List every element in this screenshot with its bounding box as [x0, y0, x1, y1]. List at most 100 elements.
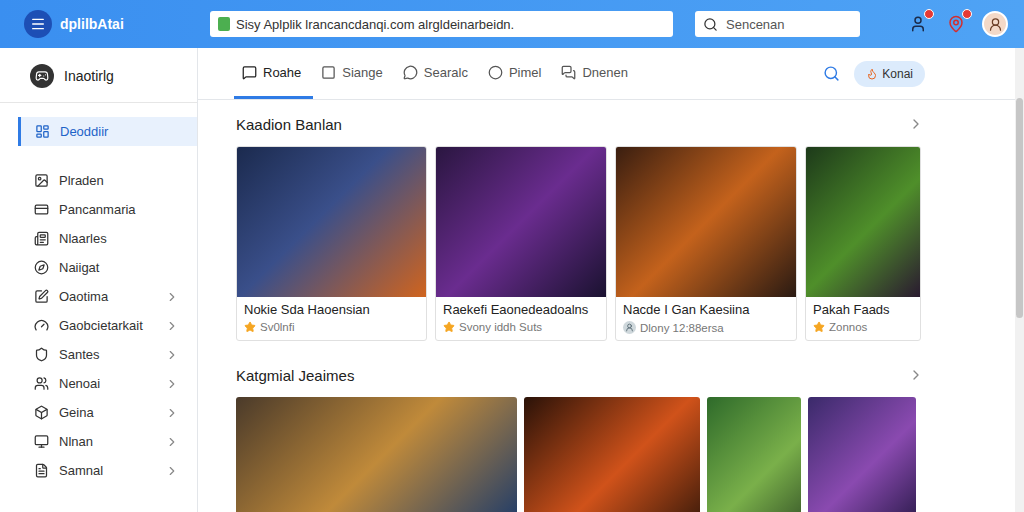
- tab-icon: [321, 65, 336, 80]
- sidebar-item[interactable]: Plraden: [0, 166, 197, 195]
- tab[interactable]: Searalc: [395, 48, 480, 99]
- card-meta-text: Svony iddh Suts: [459, 321, 542, 333]
- menu-button[interactable]: [24, 10, 52, 38]
- tab-icon: [488, 65, 503, 80]
- sidebar-item-label: Gaobcietarkait: [59, 318, 155, 333]
- app-window: dplilbAtai Sisy Aplplik lrancancdanqi.com…: [0, 0, 1024, 512]
- card-title: Nokie Sda Haoensian: [244, 302, 419, 317]
- tab-bar: RoaheSiangeSearalc Pimel Dnenen Konai: [198, 48, 1015, 100]
- sidebar-item-icon: [34, 434, 49, 449]
- game-art: [436, 147, 606, 297]
- sidebar-item-label: Nlnan: [59, 434, 155, 449]
- sidebar-item[interactable]: Nlaarles: [0, 224, 197, 253]
- sidebar-item-icon: [34, 260, 49, 275]
- card-meta: Sv0lnfi: [244, 321, 419, 333]
- app-title: dplilbAtai: [60, 16, 210, 32]
- chevron-right-icon: [165, 290, 179, 304]
- category-tile[interactable]: [236, 397, 517, 512]
- card-title: Raekefi Eaonedeadoalns: [443, 302, 599, 317]
- sidebar-item-icon: [34, 289, 49, 304]
- section-title: Kaadion Banlan: [236, 116, 342, 133]
- sidebar-item[interactable]: Gaobcietarkait: [0, 311, 197, 340]
- sidebar-item[interactable]: Samnal: [0, 456, 197, 485]
- sidebar-item-icon: [34, 463, 49, 478]
- address-field[interactable]: Sisy Aplplik lrancancdanqi.com alrgldein…: [210, 11, 673, 37]
- scrollbar-thumb[interactable]: [1016, 98, 1023, 318]
- sidebar-item[interactable]: Santes: [0, 340, 197, 369]
- chevron-right-icon: [165, 319, 179, 333]
- card-meta: Dlony 12:88ersa: [623, 321, 789, 334]
- sidebar-item-label: Geina: [59, 405, 155, 420]
- sidebar-item[interactable]: Naiigat: [0, 253, 197, 282]
- game-card[interactable]: Pakah Faads Zonnos: [805, 146, 921, 341]
- sidebar-item[interactable]: Nlnan: [0, 427, 197, 456]
- card-info: Pakah Faads Zonnos: [806, 297, 920, 339]
- card-meta-text: Zonnos: [829, 321, 867, 333]
- category-tile[interactable]: [808, 397, 916, 512]
- location-button[interactable]: [944, 12, 968, 36]
- game-card[interactable]: Nokie Sda Haoensian Sv0lnfi: [236, 146, 427, 341]
- sidebar-header: Inaotirlg: [0, 48, 197, 103]
- sidebar-item-label: Nenoai: [59, 376, 155, 391]
- sidebar-item-label: Oaotima: [59, 289, 155, 304]
- tab-label: Dnenen: [582, 65, 628, 80]
- sidebar-item-icon: [35, 124, 50, 139]
- game-art: [616, 147, 796, 297]
- sidebar-list: Deoddiir Plraden Pancanmaria Nlaarles Naiiga…: [0, 103, 197, 485]
- sidebar-item-icon: [34, 405, 49, 420]
- chevron-right-icon[interactable]: [908, 367, 924, 383]
- header-icons: [906, 11, 1008, 37]
- tile-row: [236, 397, 924, 512]
- sidebar-item-label: Nlaarles: [59, 231, 179, 246]
- body: Inaotirlg Deoddiir Plraden Pancanmaria Nlaar…: [0, 48, 1024, 512]
- tab[interactable]: Dnenen: [553, 48, 640, 99]
- pin-icon: [947, 15, 965, 33]
- card-info: Raekefi Eaonedeadoalns Svony iddh Suts: [436, 297, 606, 339]
- sidebar-item[interactable]: Deoddiir: [18, 117, 197, 146]
- card-info: Nokie Sda Haoensian Sv0lnfi: [237, 297, 426, 339]
- star-icon: [813, 321, 825, 333]
- sidebar-item-icon: [34, 318, 49, 333]
- user-icon: [909, 15, 927, 33]
- category-tile[interactable]: [707, 397, 801, 512]
- section-title: Katgmial Jeaimes: [236, 367, 354, 384]
- game-card[interactable]: Nacde I Gan Kaesiina Dlony 12:88ersa: [615, 146, 797, 341]
- sidebar-item-icon: [34, 231, 49, 246]
- notification-badge: [924, 9, 934, 19]
- main: RoaheSiangeSearalc Pimel Dnenen Konai Kaadio…: [198, 48, 1015, 512]
- star-icon: [443, 321, 455, 333]
- address-text: Sisy Aplplik lrancancdanqi.com alrgldein…: [236, 17, 514, 32]
- card-meta: Zonnos: [813, 321, 913, 333]
- sidebar-item-icon: [34, 202, 49, 217]
- profile-avatar[interactable]: [982, 11, 1008, 37]
- card-title: Pakah Faads: [813, 302, 913, 317]
- game-card[interactable]: Raekefi Eaonedeadoalns Svony iddh Suts: [435, 146, 607, 341]
- action-button[interactable]: Konai: [854, 61, 925, 87]
- gamepad-icon: [30, 64, 54, 88]
- sidebar-item-label: Pancanmaria: [59, 202, 179, 217]
- star-icon: [244, 321, 256, 333]
- player-icon: [623, 321, 636, 334]
- account-button[interactable]: [906, 12, 930, 36]
- card-meta-text: Dlony 12:88ersa: [640, 322, 724, 334]
- sidebar-item[interactable]: Oaotima: [0, 282, 197, 311]
- tab-label: Pimel: [509, 65, 542, 80]
- search-icon[interactable]: [823, 65, 840, 82]
- notification-badge: [962, 9, 972, 19]
- sidebar-item-label: Deoddiir: [60, 124, 179, 139]
- chevron-right-icon: [165, 464, 179, 478]
- category-tile[interactable]: [524, 397, 700, 512]
- card-row: Nokie Sda Haoensian Sv0lnfi Raekefi Eaoned…: [236, 146, 924, 341]
- sidebar-item-icon: [34, 173, 49, 188]
- tab[interactable]: Pimel: [480, 48, 554, 99]
- sidebar-item[interactable]: Nenoai: [0, 369, 197, 398]
- scrollbar[interactable]: [1015, 48, 1024, 512]
- chevron-right-icon[interactable]: [908, 116, 924, 132]
- search-field[interactable]: Sencenan: [695, 11, 860, 37]
- sidebar-item[interactable]: Pancanmaria: [0, 195, 197, 224]
- tab[interactable]: Roahe: [234, 48, 313, 99]
- tab[interactable]: Siange: [313, 48, 394, 99]
- card-title: Nacde I Gan Kaesiina: [623, 302, 789, 317]
- sidebar-item-icon: [34, 347, 49, 362]
- sidebar-item[interactable]: Geina: [0, 398, 197, 427]
